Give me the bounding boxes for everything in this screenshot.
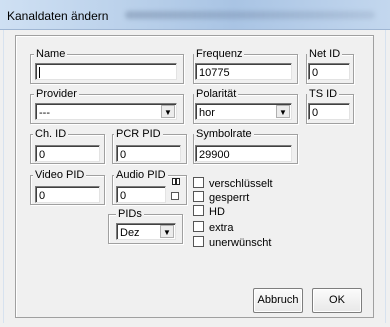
ts-id-field[interactable]: 0 (308, 103, 350, 120)
checkbox-label: extra (209, 222, 234, 234)
frequenz-label: Frequenz (194, 48, 245, 60)
checkbox-label: gesperrt (209, 192, 250, 204)
checkbox-label: HD (209, 206, 225, 218)
ts-id-label: TS ID (307, 88, 340, 100)
pids-selected: Dez (120, 227, 140, 239)
pids-label: PIDs (116, 208, 144, 220)
cancel-button[interactable]: Abbruch (253, 288, 303, 313)
audio-pid-field[interactable]: 0 (116, 186, 166, 203)
audio-pid-label: Audio PID (114, 169, 168, 181)
symbolrate-label: Symbolrate (194, 128, 254, 140)
provider-label: Provider (34, 88, 79, 100)
frequenz-value: 10775 (199, 67, 230, 79)
checkbox-box[interactable] (193, 221, 204, 232)
ts-id-value: 0 (312, 107, 319, 119)
ch-id-label: Ch. ID (33, 128, 69, 140)
checkbox-box[interactable] (193, 191, 204, 202)
net-id-label: Net ID (307, 48, 343, 60)
provider-selected: --- (39, 107, 50, 119)
polaritaet-select[interactable]: hor ▼ (195, 103, 292, 120)
checkbox-extra[interactable]: extra (193, 221, 233, 234)
checkbox-box[interactable] (193, 205, 204, 216)
checkbox-label: unerwünscht (209, 237, 272, 249)
frequenz-field[interactable]: 10775 (195, 63, 292, 80)
chevron-down-icon[interactable]: ▼ (276, 105, 290, 118)
name-label: Name (34, 48, 68, 60)
checkbox-gesperrt[interactable]: gesperrt (193, 191, 249, 204)
audio-pid-checkbox[interactable] (171, 192, 179, 200)
checkbox-label: verschlüsselt (209, 178, 273, 190)
net-id-value: 0 (312, 67, 319, 79)
polaritaet-label: Polarität (194, 88, 239, 100)
symbolrate-field[interactable]: 29900 (195, 145, 292, 162)
ch-id-value: 0 (39, 149, 46, 161)
title-bar-background (125, 11, 375, 19)
polaritaet-selected: hor (199, 107, 215, 119)
name-field[interactable] (35, 63, 177, 80)
title-bar[interactable]: Kanaldaten ändern (0, 0, 390, 30)
chevron-down-icon[interactable]: ▼ (161, 105, 175, 118)
pcr-pid-value: 0 (120, 149, 127, 161)
video-pid-label: Video PID (33, 169, 87, 181)
checkbox-verschluesselt[interactable]: verschlüsselt (193, 177, 273, 190)
pcr-pid-label: PCR PID (114, 128, 163, 140)
symbolrate-value: 29900 (199, 149, 230, 161)
provider-select[interactable]: --- ▼ (35, 103, 177, 120)
ch-id-field[interactable]: 0 (35, 145, 100, 162)
chevron-down-icon[interactable]: ▼ (160, 225, 174, 238)
video-pid-field[interactable]: 0 (35, 186, 100, 203)
pids-select[interactable]: Dez ▼ (116, 223, 176, 240)
checkbox-box[interactable] (193, 177, 204, 188)
window-title: Kanaldaten ändern (7, 9, 109, 23)
checkbox-unerwuenscht[interactable]: unerwünscht (193, 236, 271, 249)
audio-pid-value: 0 (120, 190, 127, 202)
text-caret (39, 67, 40, 78)
ok-button[interactable]: OK (312, 288, 362, 313)
checkbox-box[interactable] (193, 236, 204, 247)
net-id-field[interactable]: 0 (308, 63, 350, 80)
video-pid-value: 0 (39, 190, 46, 202)
pcr-pid-field[interactable]: 0 (116, 145, 181, 162)
audio-track-icon (172, 178, 180, 185)
checkbox-hd[interactable]: HD (193, 205, 225, 218)
